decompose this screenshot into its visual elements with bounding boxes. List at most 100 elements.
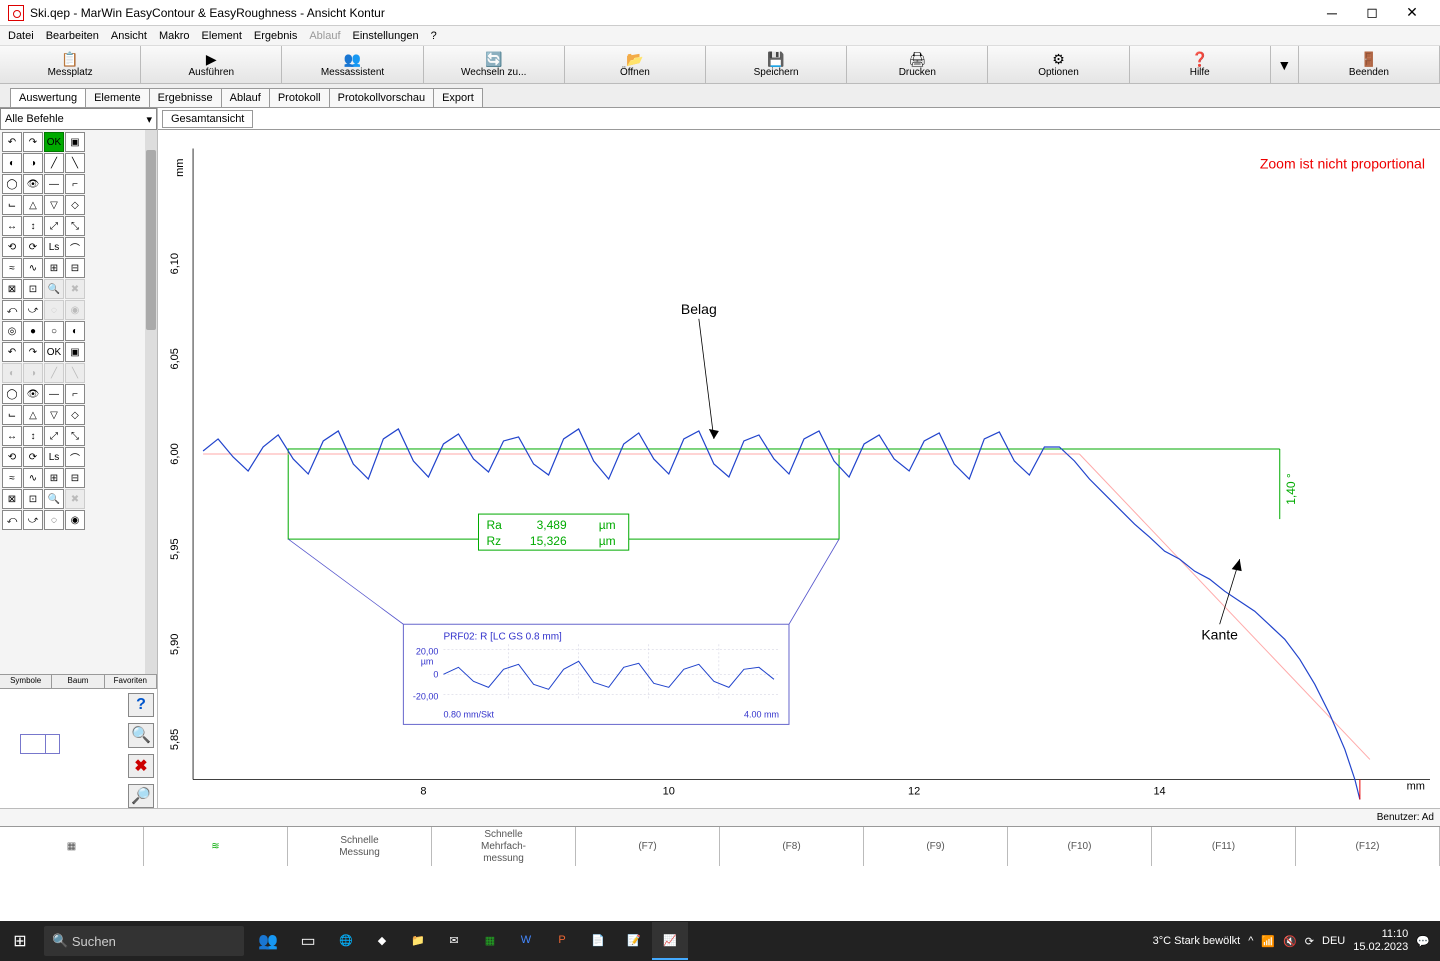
tab-protokollvorschau[interactable]: Protokollvorschau — [329, 88, 434, 107]
fkey-f8[interactable]: (F8) — [720, 827, 864, 866]
palette-tool[interactable]: ↷ — [23, 132, 43, 152]
palette-tool[interactable]: ◑ — [23, 153, 43, 173]
menu-item-ansicht[interactable]: Ansicht — [105, 28, 153, 44]
palette-tool[interactable]: ╲ — [65, 153, 85, 173]
palette-tool[interactable]: ○ — [44, 321, 64, 341]
menu-item-ergebnis[interactable]: Ergebnis — [248, 28, 303, 44]
close-button[interactable]: ✕ — [1392, 0, 1432, 25]
fkey-f11[interactable]: (F11) — [1152, 827, 1296, 866]
palette-tool[interactable]: ⟳ — [23, 447, 43, 467]
tab-ablauf[interactable]: Ablauf — [221, 88, 270, 107]
menu-item-bearbeiten[interactable]: Bearbeiten — [40, 28, 105, 44]
taskbar-app-outlook[interactable]: ✉ — [436, 922, 472, 960]
palette-tool[interactable]: ⟲ — [2, 237, 22, 257]
palette-tool[interactable]: ⊠ — [2, 279, 22, 299]
palette-tool[interactable]: ⊠ — [2, 489, 22, 509]
menu-item-element[interactable]: Element — [196, 28, 248, 44]
palette-tool[interactable]: 🔍 — [44, 279, 64, 299]
toolbar-drucken[interactable]: 🖨Drucken — [847, 46, 988, 83]
palette-subtab-baum[interactable]: Baum — [52, 675, 104, 688]
palette-tool[interactable]: ● — [23, 321, 43, 341]
palette-tool[interactable]: ↔ — [2, 426, 22, 446]
palette-scrollbar[interactable] — [145, 130, 157, 674]
tab-elemente[interactable]: Elemente — [85, 88, 149, 107]
toolbar-hilfe[interactable]: ❓Hilfe — [1130, 46, 1271, 83]
palette-tool[interactable]: Ls — [44, 237, 64, 257]
tray-volume-icon[interactable]: 🔇 — [1283, 935, 1297, 948]
fkey-f5[interactable]: SchnelleMessung — [288, 827, 432, 866]
palette-tool[interactable]: ▽ — [44, 195, 64, 215]
maximize-button[interactable]: ◻ — [1352, 0, 1392, 25]
menu-item-ablauf[interactable]: Ablauf — [303, 28, 346, 44]
palette-tool[interactable]: ⊞ — [44, 258, 64, 278]
palette-tool[interactable]: ▣ — [65, 342, 85, 362]
tray-chevron-icon[interactable]: ^ — [1248, 935, 1253, 947]
taskbar-app-pdf[interactable]: 📄 — [580, 922, 616, 960]
fkey-f7[interactable]: (F7) — [576, 827, 720, 866]
fkey-f3[interactable]: ▦ — [0, 827, 144, 866]
toolbar-messassistent[interactable]: 👥Messassistent — [282, 46, 423, 83]
menu-item-makro[interactable]: Makro — [153, 28, 196, 44]
palette-tool[interactable]: 👁 — [23, 384, 43, 404]
palette-subtab-symbole[interactable]: Symbole — [0, 675, 52, 688]
palette-tool[interactable]: ≈ — [2, 468, 22, 488]
palette-tool[interactable]: ⊡ — [23, 279, 43, 299]
taskbar-clock[interactable]: 11:10 15.02.2023 — [1353, 928, 1408, 954]
toolbar-speichern[interactable]: 💾Speichern — [706, 46, 847, 83]
palette-tool[interactable]: ⤢ — [44, 216, 64, 236]
fkey-f10[interactable]: (F10) — [1008, 827, 1152, 866]
tab-protokoll[interactable]: Protokoll — [269, 88, 330, 107]
chart-view-tab[interactable]: Gesamtansicht — [162, 110, 253, 128]
tray-language[interactable]: DEU — [1322, 935, 1345, 947]
palette-tool[interactable]: ◑ — [23, 363, 43, 383]
palette-tool[interactable]: ◇ — [65, 195, 85, 215]
palette-tool[interactable]: ◉ — [65, 510, 85, 530]
palette-tool[interactable]: ⌒ — [65, 447, 85, 467]
palette-tool[interactable]: ◌ — [44, 300, 64, 320]
toolbar-beenden[interactable]: 🚪Beenden — [1299, 46, 1440, 83]
fkey-f6[interactable]: SchnelleMehrfach-messung — [432, 827, 576, 866]
palette-tool[interactable]: ⟲ — [2, 447, 22, 467]
palette-tool[interactable]: ⌙ — [2, 405, 22, 425]
palette-tool[interactable]: ✖ — [65, 489, 85, 509]
palette-tool[interactable]: OK — [44, 132, 64, 152]
palette-tool[interactable]: ⤺ — [2, 300, 22, 320]
palette-tool[interactable]: ▽ — [44, 405, 64, 425]
menu-item-datei[interactable]: Datei — [2, 28, 40, 44]
palette-tool[interactable]: ↔ — [2, 216, 22, 236]
menu-item-einstellungen[interactable]: Einstellungen — [347, 28, 425, 44]
palette-tool[interactable]: ⌙ — [2, 195, 22, 215]
palette-tool[interactable]: ◯ — [2, 384, 22, 404]
cortana-icon[interactable]: 👥 — [248, 921, 288, 961]
toolbar-messplatz[interactable]: 📋Messplatz — [0, 46, 141, 83]
taskbar-app-word[interactable]: W — [508, 922, 544, 960]
taskbar-app-edge[interactable]: 🌐 — [328, 922, 364, 960]
palette-tool[interactable]: ≈ — [2, 258, 22, 278]
tab-auswertung[interactable]: Auswertung — [10, 88, 86, 107]
palette-tool[interactable]: 🔍 — [44, 489, 64, 509]
command-filter-combo[interactable]: Alle Befehle ▾ — [0, 108, 157, 130]
help-icon[interactable]: ? — [128, 693, 154, 717]
fkey-f12[interactable]: (F12) — [1296, 827, 1440, 866]
fkey-f4[interactable]: ≋ — [144, 827, 288, 866]
palette-tool[interactable]: ◉ — [65, 300, 85, 320]
contour-chart[interactable]: mm mm 5,85 5,90 5,95 6,00 6,05 6,10 8 10 — [158, 130, 1440, 808]
start-button[interactable]: ⊞ — [0, 921, 40, 961]
palette-tool[interactable]: ⤢ — [44, 426, 64, 446]
weather-widget[interactable]: 3°C Stark bewölkt — [1153, 935, 1241, 947]
palette-tool[interactable]: ⊡ — [23, 489, 43, 509]
palette-tool[interactable]: △ — [23, 195, 43, 215]
palette-tool[interactable]: ◐ — [65, 321, 85, 341]
palette-tool[interactable]: ⌐ — [65, 384, 85, 404]
palette-tool[interactable]: ↶ — [2, 132, 22, 152]
palette-tool[interactable]: ⤡ — [65, 216, 85, 236]
tab-ergebnisse[interactable]: Ergebnisse — [149, 88, 222, 107]
toolbar-ausf-hren[interactable]: ▶Ausführen — [141, 46, 282, 83]
palette-tool[interactable]: 👁 — [23, 174, 43, 194]
palette-tool[interactable]: ⤻ — [23, 510, 43, 530]
palette-tool[interactable]: ⌐ — [65, 174, 85, 194]
palette-tool[interactable]: ◐ — [2, 153, 22, 173]
palette-tool[interactable]: ✖ — [65, 279, 85, 299]
tab-export[interactable]: Export — [433, 88, 483, 107]
palette-tool[interactable]: ↕ — [23, 426, 43, 446]
